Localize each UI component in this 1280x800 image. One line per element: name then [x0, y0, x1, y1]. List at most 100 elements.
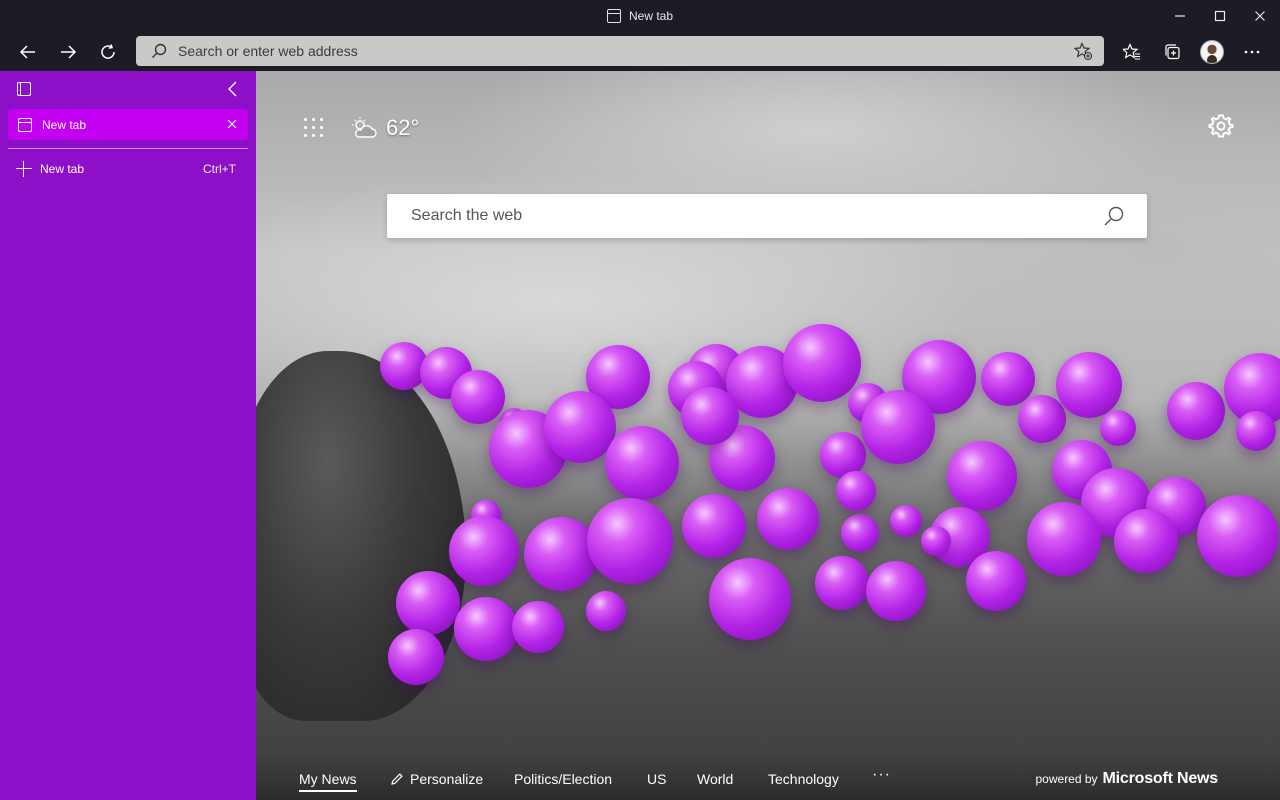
more-button[interactable]	[1232, 34, 1272, 70]
refresh-icon	[101, 43, 115, 59]
decorative-bubble	[451, 370, 505, 424]
decorative-bubble	[544, 391, 616, 463]
web-search-box[interactable]	[387, 194, 1147, 238]
personalize-label: Personalize	[410, 771, 484, 787]
search-icon	[150, 42, 168, 60]
news-tab-personalize[interactable]: Personalize	[390, 771, 483, 787]
decorative-bubble	[815, 556, 869, 610]
web-search-input[interactable]	[411, 207, 1091, 225]
web-search-submit[interactable]	[1103, 205, 1125, 232]
decorative-bubble	[512, 601, 564, 653]
sidebar-tab-label: New tab	[42, 117, 87, 132]
decorative-bubble	[1114, 509, 1178, 573]
decorative-bubble	[861, 390, 935, 464]
settings-gear-icon	[1208, 114, 1234, 138]
minimize-icon	[1175, 15, 1185, 17]
toolbar-right-group	[1112, 32, 1280, 71]
news-more-button[interactable]: ···	[872, 766, 891, 784]
close-window-button[interactable]	[1240, 0, 1280, 32]
window-title: New tab	[628, 9, 674, 23]
vertical-tabs-pane: New tab New tab Ctrl+T	[0, 71, 256, 800]
minimize-button[interactable]	[1160, 0, 1200, 32]
app-launcher-icon[interactable]	[304, 118, 324, 138]
tab-icon	[18, 117, 32, 132]
decorative-bubble	[681, 387, 739, 445]
weather-widget[interactable]: 62°	[350, 115, 419, 141]
news-tab-technology[interactable]: Technology	[768, 771, 839, 787]
forward-button[interactable]	[48, 34, 88, 70]
close-tab-button[interactable]	[224, 116, 240, 132]
decorative-bubble	[836, 471, 876, 511]
decorative-bubble	[1167, 382, 1225, 440]
new-tab-shortcut: Ctrl+T	[203, 162, 236, 176]
decorative-bubble	[1018, 395, 1066, 443]
powered-by-prefix: powered by	[1035, 772, 1098, 786]
new-tab-label: New tab	[40, 162, 85, 176]
close-icon	[1255, 11, 1265, 21]
add-favorite-icon	[1073, 42, 1093, 61]
powered-by-microsoft-news[interactable]: powered by Microsoft News	[1036, 770, 1219, 788]
more-icon	[1244, 50, 1260, 53]
address-input[interactable]	[178, 43, 1038, 59]
weather-cloud-sun-icon	[352, 117, 377, 138]
news-tab-us[interactable]: US	[647, 771, 666, 787]
pencil-icon	[391, 773, 403, 785]
add-favorite-button[interactable]	[1073, 42, 1093, 65]
decorative-bubble	[709, 558, 791, 640]
collections-button[interactable]	[1152, 34, 1192, 70]
tab-icon	[606, 9, 621, 23]
title-bar: New tab	[0, 0, 1280, 32]
decorative-bubble	[396, 571, 460, 635]
news-tab-world[interactable]: World	[697, 771, 733, 787]
decorative-bubble	[966, 551, 1026, 611]
forward-arrow-icon	[61, 44, 77, 59]
news-tab-my-news[interactable]: My News	[299, 771, 357, 792]
new-tab-page: 62° My News Personalize Politics/Electio…	[256, 71, 1280, 800]
decorative-bubble	[388, 629, 444, 685]
chevron-left-icon	[228, 81, 237, 97]
page-settings-button[interactable]	[1208, 113, 1234, 139]
decorative-bubble	[586, 591, 626, 631]
collapse-pane-button[interactable]	[224, 80, 242, 98]
refresh-button[interactable]	[88, 34, 128, 70]
profile-avatar	[1200, 39, 1224, 64]
decorative-bubble	[605, 426, 679, 500]
news-nav-bar: My News Personalize Politics/Election US…	[256, 756, 1280, 800]
plus-icon	[16, 161, 32, 177]
decorative-bubble	[890, 505, 922, 537]
browser-toolbar	[0, 32, 1280, 71]
sidebar-new-tab-button[interactable]: New tab Ctrl+T	[8, 154, 248, 184]
favorites-icon	[1123, 42, 1140, 60]
decorative-bubble	[1236, 411, 1276, 451]
powered-by-brand: Microsoft News	[1102, 770, 1219, 787]
sidebar-divider	[8, 148, 248, 149]
news-tab-politics[interactable]: Politics/Election	[514, 771, 612, 787]
vertical-tabs-icon[interactable]	[17, 82, 31, 96]
back-button[interactable]	[8, 34, 48, 70]
decorative-bubble	[449, 516, 519, 586]
window-controls	[1160, 0, 1280, 32]
decorative-bubble	[682, 494, 746, 558]
maximize-icon	[1214, 10, 1226, 22]
decorative-bubble	[1027, 502, 1101, 576]
decorative-bubble	[866, 561, 926, 621]
collections-icon	[1165, 43, 1180, 59]
new-tab-top-bar: 62°	[304, 115, 419, 141]
weather-temperature: 62°	[386, 115, 420, 140]
back-arrow-icon	[19, 44, 35, 59]
decorative-bubble	[783, 324, 861, 402]
sidebar-tab-new-tab[interactable]: New tab	[8, 109, 248, 140]
maximize-button[interactable]	[1200, 0, 1240, 32]
favorites-button[interactable]	[1112, 34, 1152, 70]
decorative-bubble	[841, 514, 879, 552]
decorative-bubble	[1197, 495, 1279, 577]
profile-button[interactable]	[1192, 34, 1232, 70]
decorative-bubble	[921, 526, 951, 556]
vertical-tabs-header	[0, 71, 256, 107]
window-title-group: New tab	[606, 9, 674, 23]
address-bar[interactable]	[136, 36, 1104, 66]
search-icon	[1104, 206, 1124, 226]
decorative-bubble	[947, 441, 1017, 511]
close-icon	[227, 119, 237, 129]
decorative-bubble	[981, 352, 1035, 406]
